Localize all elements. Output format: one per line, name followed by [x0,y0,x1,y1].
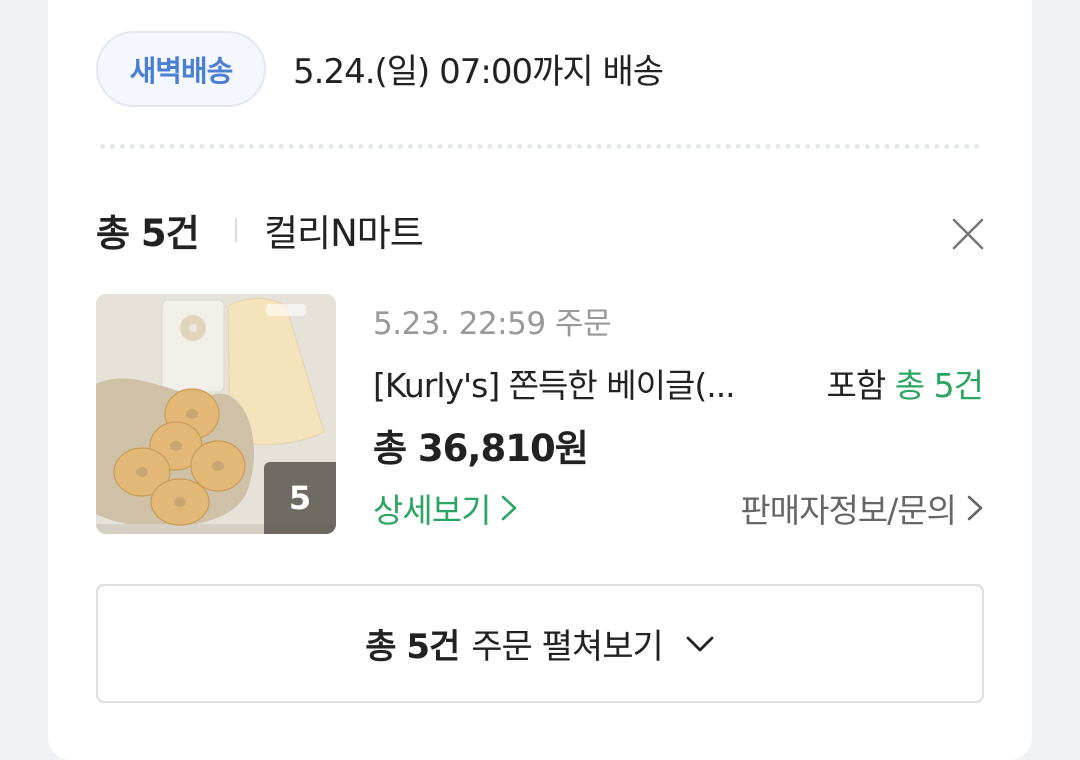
detail-link-label: 상세보기 [373,491,491,530]
delivery-type-badge: 새벽배송 [96,31,266,107]
store-name: 컬리N마트 [264,212,424,255]
dotted-divider [100,144,980,149]
product-name: [Kurly's] 쫀득한 베이글(... [373,366,736,405]
product-thumbnail[interactable]: 5 [96,294,336,534]
title-separator [235,218,237,242]
chevron-right-icon [502,495,517,521]
detail-link[interactable]: 상세보기 [373,484,518,532]
includes-total: 총 5건 [894,366,984,405]
delivery-type-label: 새벽배송 [129,54,234,88]
order-total-count: 총 5건 [96,212,200,255]
close-icon[interactable] [951,217,985,251]
includes-count: 포함 총 5건 [826,359,984,407]
delivery-eta: 5.24.(일) 07:00까지 배송 [293,52,664,92]
seller-info-label: 판매자정보/문의 [740,491,957,530]
seller-info-link[interactable]: 판매자정보/문의 [740,484,984,532]
chevron-down-icon [686,636,714,651]
expand-orders-button[interactable]: 총 5건 주문 펼쳐보기 [96,584,984,703]
expand-count: 총 5건 [365,627,460,667]
expand-label: 주문 펼쳐보기 [471,627,663,667]
thumbnail-item-count: 5 [264,462,336,534]
chevron-right-icon [967,495,983,521]
order-time: 5.23. 22:59 주문 [373,306,611,342]
total-price: 총 36,810원 [373,427,589,470]
includes-label: 포함 [826,366,887,405]
